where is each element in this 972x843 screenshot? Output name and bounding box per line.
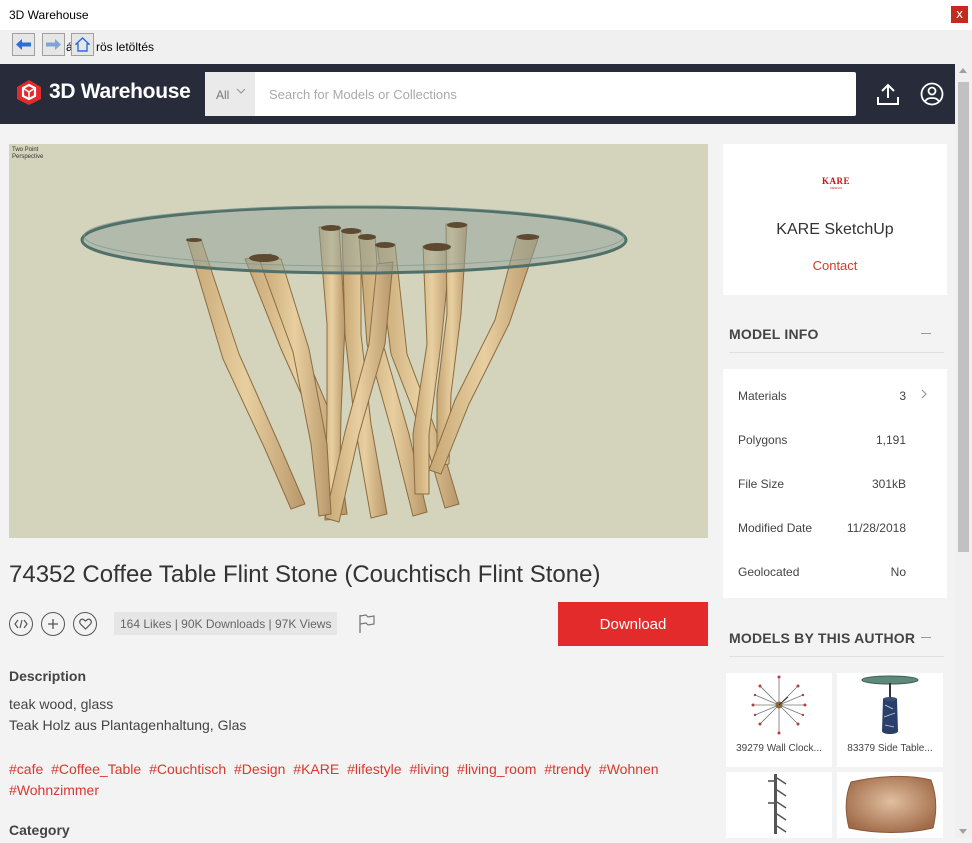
tag-link[interactable]: #Wohnzimmer: [9, 782, 99, 798]
description-heading: Description: [9, 668, 87, 684]
chevron-right-icon[interactable]: [921, 389, 927, 399]
info-label: File Size: [738, 477, 785, 491]
logo-text: 3D Warehouse: [49, 80, 191, 103]
model-title: 74352 Coffee Table Flint Stone (Couchtis…: [9, 561, 601, 588]
collapse-models-by-author-icon[interactable]: [921, 637, 931, 638]
embed-button[interactable]: [9, 612, 33, 636]
author-name[interactable]: KARE SketchUp: [723, 221, 947, 239]
info-label: Polygons: [738, 433, 788, 447]
info-label: Materials: [738, 389, 787, 403]
collapse-model-info-icon[interactable]: [921, 333, 931, 334]
author-model-card[interactable]: [726, 772, 832, 838]
heart-icon: [78, 618, 92, 630]
author-model-card[interactable]: 83379 Side Table...: [837, 673, 943, 767]
search-input[interactable]: [255, 72, 856, 116]
description-line: Teak Holz aus Plantagenhaltung, Glas: [9, 717, 247, 733]
cushion-thumbnail: [845, 775, 937, 833]
site-logo[interactable]: 3D Warehouse: [15, 78, 191, 106]
home-button[interactable]: [71, 33, 94, 56]
author-model-caption: 83379 Side Table...: [847, 743, 933, 754]
side-table-thumbnail: [861, 675, 919, 734]
arrow-left-icon: [16, 39, 31, 50]
upload-icon[interactable]: [876, 82, 900, 106]
3d-warehouse-logo-icon: [17, 80, 41, 105]
description-line: teak wood, glass: [9, 696, 114, 712]
author-card: KARE DESIGN KARE SketchUp Contact: [723, 144, 947, 295]
author-logo-subtext: DESIGN: [830, 186, 842, 190]
section-divider: [729, 656, 944, 657]
author-model-caption: 39279 Wall Clock...: [736, 743, 822, 754]
author-model-card[interactable]: [837, 772, 943, 838]
embed-code-icon: [14, 619, 28, 629]
section-divider: [729, 352, 944, 353]
window-close-button[interactable]: x: [951, 6, 968, 23]
scroll-up-arrow-icon[interactable]: [959, 68, 967, 73]
tag-link[interactable]: #KARE: [293, 761, 339, 777]
tag-link[interactable]: #lifestyle: [347, 761, 401, 777]
tag-link[interactable]: #Design: [234, 761, 285, 777]
model-info-box: Materials 3 Polygons 1,191 File Size 301…: [723, 369, 947, 598]
info-value: 301kB: [871, 477, 906, 491]
site-header: 3D Warehouse All: [0, 64, 955, 124]
info-value: No: [890, 565, 906, 579]
scroll-down-arrow-icon[interactable]: [959, 829, 967, 834]
author-logo-text: KARE: [821, 176, 850, 186]
tag-link[interactable]: #trendy: [544, 761, 591, 777]
status-text: rös letöltés: [96, 40, 155, 54]
back-button[interactable]: [12, 33, 35, 56]
page-scrollbar[interactable]: [955, 64, 972, 838]
info-value: 11/28/2018: [846, 521, 906, 535]
download-button[interactable]: Download: [558, 602, 708, 646]
tag-link[interactable]: #Coffee_Table: [51, 761, 141, 777]
add-to-collection-button[interactable]: [41, 612, 65, 636]
category-heading: Category: [9, 822, 70, 838]
tag-link[interactable]: #living: [409, 761, 449, 777]
models-by-author-heading: MODELS BY THIS AUTHOR: [729, 630, 916, 646]
forward-button[interactable]: [42, 33, 65, 56]
plus-icon: [48, 619, 58, 629]
scrollbar-thumb[interactable]: [958, 82, 969, 552]
like-button[interactable]: [73, 612, 97, 636]
info-label: Modified Date: [738, 521, 813, 535]
model-info-heading: MODEL INFO: [729, 326, 819, 342]
window-titlebar: 3D Warehouse x: [0, 0, 972, 30]
coffee-table-render: [80, 205, 628, 523]
tag-link[interactable]: #living_room: [457, 761, 536, 777]
model-stats: 164 Likes | 90K Downloads | 97K Views: [114, 612, 338, 635]
tag-list: #cafe #Coffee_Table #Couchtisch #Design …: [9, 759, 689, 801]
arrow-right-icon: [46, 39, 61, 50]
author-logo[interactable]: KARE DESIGN: [819, 176, 853, 191]
home-icon: [75, 37, 90, 52]
author-model-card[interactable]: 39279 Wall Clock...: [726, 673, 832, 767]
tag-link[interactable]: #Couchtisch: [149, 761, 226, 777]
chevron-down-icon: [236, 88, 246, 94]
flag-icon[interactable]: [358, 614, 376, 634]
search-bar: All: [205, 72, 856, 116]
model-3d-viewer[interactable]: Two Point Perspective: [9, 144, 708, 538]
user-circle-icon[interactable]: [920, 82, 944, 106]
model-actions: [9, 611, 105, 637]
info-label: Geolocated: [738, 565, 800, 579]
info-value: 1,191: [875, 433, 906, 447]
window-title: 3D Warehouse: [9, 8, 89, 22]
search-category-select[interactable]: All: [205, 72, 255, 116]
search-category-label: All: [216, 88, 230, 102]
tag-link[interactable]: #Wohnen: [599, 761, 659, 777]
wall-clock-thumbnail: [751, 675, 807, 735]
tag-link[interactable]: #cafe: [9, 761, 43, 777]
wall-rack-thumbnail: [768, 774, 787, 834]
author-contact-link[interactable]: Contact: [723, 258, 947, 273]
browser-navbar: á rös letöltés: [0, 30, 972, 64]
info-value: 3: [899, 389, 906, 403]
